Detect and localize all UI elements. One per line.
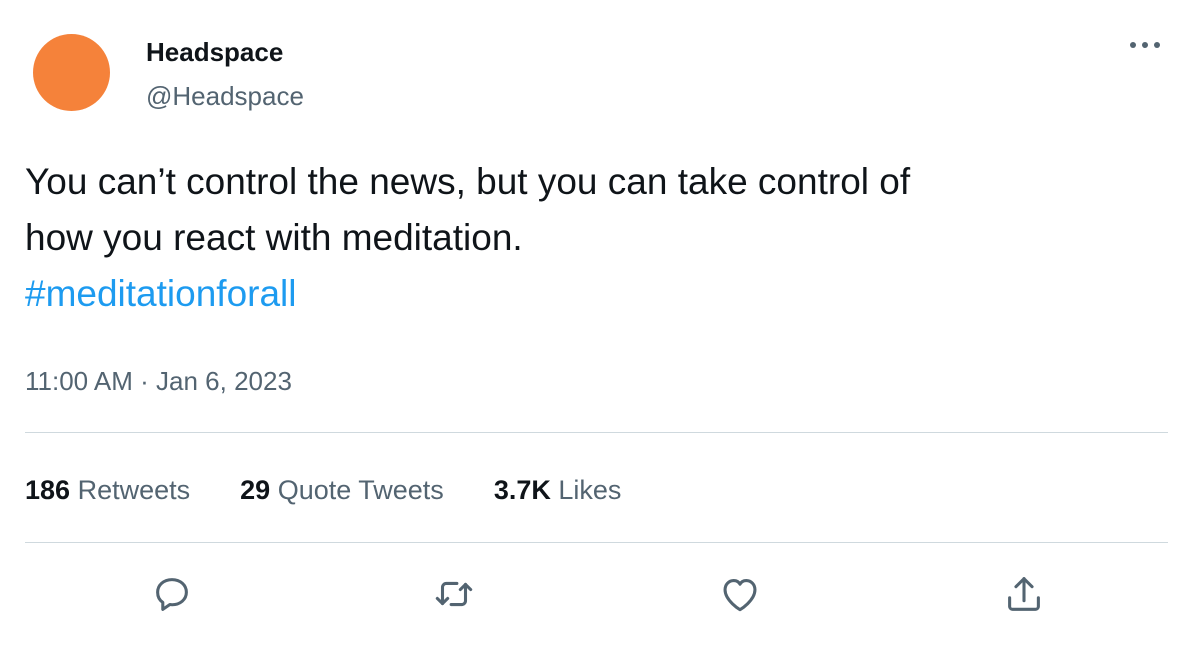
tweet-text: You can’t control the news, but you can … <box>25 154 1165 322</box>
tweet-action-bar <box>0 566 1192 622</box>
share-button[interactable] <box>996 566 1052 622</box>
likes-label: Likes <box>558 474 622 505</box>
quote-tweets-stat[interactable]: 29 Quote Tweets <box>240 475 444 506</box>
retweet-icon <box>435 581 473 607</box>
divider <box>25 542 1168 543</box>
reply-icon <box>156 578 188 611</box>
retweet-button[interactable] <box>426 566 482 622</box>
likes-count: 3.7K <box>493 474 551 505</box>
retweets-stat[interactable]: 186 Retweets <box>25 475 190 506</box>
likes-stat[interactable]: 3.7K Likes <box>494 475 622 506</box>
retweets-count: 186 <box>25 474 71 505</box>
retweets-label: Retweets <box>77 474 191 505</box>
like-icon <box>723 579 757 612</box>
tweet-stats: 186 Retweets 29 Quote Tweets 3.7K Likes <box>25 470 671 510</box>
reply-button[interactable] <box>144 566 200 622</box>
tweet-card: Headspace @Headspace You can’t control t… <box>0 0 1192 664</box>
more-options-button[interactable] <box>1122 30 1168 60</box>
quote-tweets-label: Quote Tweets <box>277 474 444 505</box>
avatar[interactable] <box>33 34 110 111</box>
tweet-timestamp[interactable]: 11:00 AM · Jan 6, 2023 <box>25 364 292 398</box>
share-icon <box>1008 577 1040 611</box>
more-dots-icon <box>1130 42 1160 48</box>
quote-tweets-count: 29 <box>240 474 271 505</box>
author-display-name[interactable]: Headspace <box>146 36 283 68</box>
tweet-text-line-2: how you react with meditation. <box>25 217 523 258</box>
hashtag-link[interactable]: #meditationforall <box>25 266 1165 322</box>
author-handle[interactable]: @Headspace <box>146 80 304 112</box>
tweet-text-line-1: You can’t control the news, but you can … <box>25 161 911 202</box>
divider <box>25 432 1168 433</box>
like-button[interactable] <box>712 566 768 622</box>
